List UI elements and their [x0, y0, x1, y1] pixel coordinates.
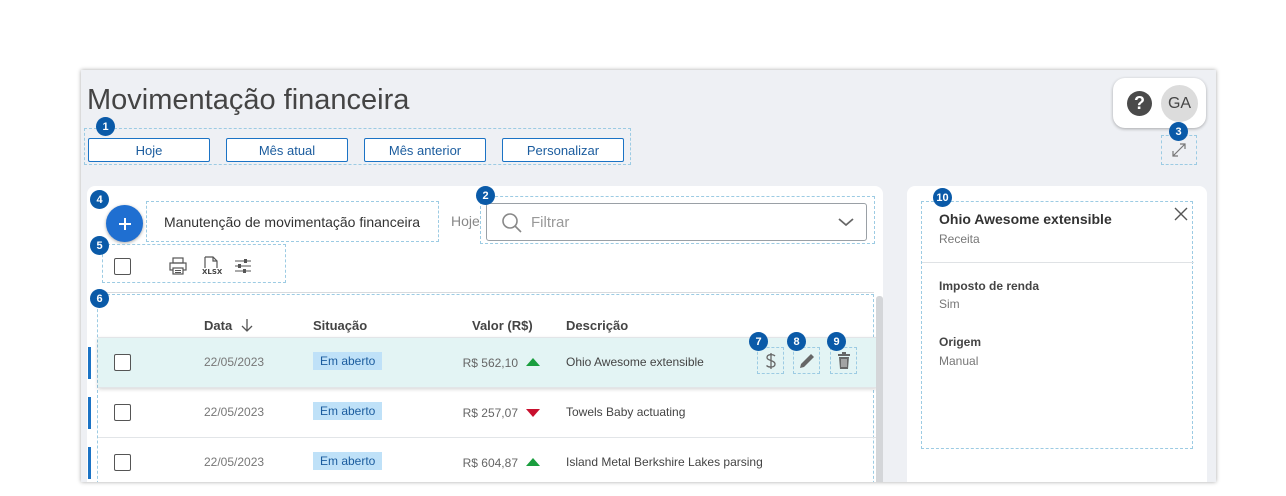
pencil-icon	[799, 353, 814, 368]
filter-box[interactable]	[486, 203, 867, 241]
detail-title: Ohio Awesome extensible	[939, 211, 1112, 227]
avatar[interactable]: GA	[1161, 85, 1198, 122]
row-date: 22/05/2023	[204, 455, 265, 469]
row-checkbox[interactable]	[114, 454, 131, 471]
trend-up-icon	[526, 458, 540, 466]
detail-divider	[922, 262, 1194, 263]
print-icon[interactable]	[168, 256, 188, 276]
status-badge: Em aberto	[313, 402, 383, 420]
column-date-label: Data	[204, 318, 233, 333]
search-icon	[502, 213, 522, 233]
plus-icon	[118, 217, 131, 230]
detail-content: Ohio Awesome extensible Receita Imposto …	[921, 201, 1194, 449]
marker-7: 7	[749, 332, 768, 351]
close-icon[interactable]	[1174, 207, 1188, 221]
marker-2: 2	[476, 186, 495, 205]
detail-subtitle: Receita	[939, 232, 980, 246]
add-button[interactable]	[106, 205, 143, 242]
detail-field-value: Manual	[939, 354, 979, 368]
detail-field-label: Imposto de renda	[939, 279, 1040, 293]
row-checkbox[interactable]	[114, 404, 131, 421]
period-previous-month-button[interactable]: Mês anterior	[364, 138, 486, 162]
toolbar-divider	[97, 292, 874, 293]
column-date[interactable]: Data	[204, 318, 254, 333]
detail-panel: 10 Ohio Awesome extensible Receita Impos…	[907, 186, 1207, 482]
current-period-label: Hoje	[451, 213, 480, 229]
row-checkbox[interactable]	[114, 354, 131, 371]
period-current-month-button[interactable]: Mês atual	[226, 138, 348, 162]
export-xlsx-button[interactable]: XLSX	[200, 255, 222, 277]
period-filter-group: Hoje Mês atual Mês anterior Personalizar	[84, 128, 631, 165]
row-indicator	[88, 447, 91, 479]
marker-8: 8	[787, 332, 806, 351]
trend-down-icon	[526, 409, 540, 417]
row-date: 22/05/2023	[204, 355, 265, 369]
row-date: 22/05/2023	[204, 405, 265, 419]
app-window: Movimentação financeira 1 Hoje Mês atual…	[81, 70, 1216, 482]
trash-icon	[837, 351, 850, 369]
maintenance-title: Manutenção de movimentação financeira	[146, 201, 439, 242]
marker-3: 3	[1169, 122, 1188, 141]
filter-input[interactable]	[531, 212, 811, 232]
status-badge: Em aberto	[313, 452, 383, 470]
row-value: R$ 257,07	[462, 406, 518, 420]
dollar-icon	[765, 352, 776, 369]
filter-group	[480, 196, 875, 244]
delete-button[interactable]	[830, 347, 857, 374]
marker-9: 9	[827, 332, 846, 351]
row-value: R$ 562,10	[462, 356, 518, 370]
xlsx-label: XLSX	[202, 268, 223, 276]
marker-6: 6	[90, 289, 109, 308]
trend-up-icon	[526, 358, 540, 366]
marker-4: 4	[90, 190, 109, 209]
table-row[interactable]: 22/05/2023 Em aberto R$ 562,10 Ohio Awes…	[88, 332, 877, 387]
main-panel: 4 Manutenção de movimentação financeira …	[87, 186, 883, 482]
settings-sliders-icon[interactable]	[233, 257, 253, 275]
payment-button[interactable]	[757, 347, 784, 374]
period-custom-button[interactable]: Personalizar	[502, 138, 624, 162]
column-description[interactable]: Descrição	[566, 318, 628, 333]
chevron-down-icon[interactable]	[837, 216, 855, 228]
row-value: R$ 604,87	[462, 456, 518, 470]
table-row[interactable]: 22/05/2023 Em aberto R$ 604,87 Island Me…	[88, 437, 877, 482]
select-all-checkbox[interactable]	[114, 258, 131, 275]
list-toolbar: XLSX	[102, 244, 286, 283]
user-menu: ? GA	[1113, 78, 1206, 128]
marker-10: 10	[933, 188, 952, 207]
row-indicator	[88, 397, 91, 429]
period-today-button[interactable]: Hoje	[88, 138, 210, 162]
marker-1: 1	[96, 117, 115, 136]
row-description: Island Metal Berkshire Lakes parsing	[566, 455, 763, 469]
detail-field-label: Origem	[939, 335, 982, 349]
edit-button[interactable]	[793, 347, 820, 374]
column-status[interactable]: Situação	[313, 318, 367, 333]
detail-field-value: Sim	[939, 297, 960, 311]
marker-5: 5	[90, 236, 109, 255]
help-icon[interactable]: ?	[1127, 91, 1152, 116]
status-badge: Em aberto	[313, 352, 383, 370]
page-title: Movimentação financeira	[87, 84, 410, 116]
sort-down-icon	[241, 319, 253, 332]
column-value[interactable]: Valor (R$)	[472, 318, 533, 333]
row-description: Towels Baby actuating	[566, 405, 686, 419]
table-row[interactable]: 22/05/2023 Em aberto R$ 257,07 Towels Ba…	[88, 387, 877, 437]
row-description: Ohio Awesome extensible	[566, 355, 704, 369]
row-indicator	[88, 347, 91, 379]
expand-icon	[1172, 143, 1186, 157]
transactions-list: Data Situação Valor (R$) Descrição 22/05…	[88, 294, 877, 482]
scrollbar[interactable]	[876, 296, 883, 482]
